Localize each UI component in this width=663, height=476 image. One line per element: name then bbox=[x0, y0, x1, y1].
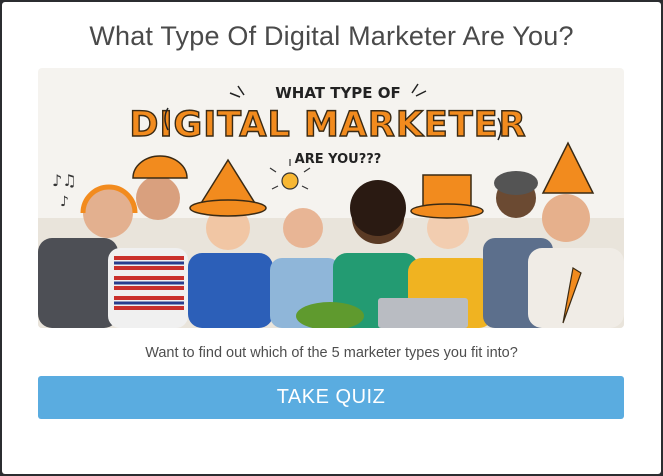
svg-text:♪: ♪ bbox=[60, 194, 69, 210]
quiz-banner-image: WHAT TYPE OF DIGITAL MARKETER ARE YOU???… bbox=[38, 68, 624, 328]
banner-line-1: WHAT TYPE OF bbox=[275, 84, 401, 102]
quiz-modal: What Type Of Digital Marketer Are You? W… bbox=[2, 2, 661, 474]
banner-line-3: ARE YOU??? bbox=[295, 152, 382, 167]
take-quiz-button[interactable]: TAKE QUIZ bbox=[38, 376, 624, 419]
svg-text:♪♫: ♪♫ bbox=[52, 171, 77, 190]
banner-line-2: DIGITAL MARKETER bbox=[129, 105, 526, 145]
modal-subtitle: Want to find out which of the 5 marketer… bbox=[145, 345, 518, 361]
modal-title: What Type Of Digital Marketer Are You? bbox=[89, 21, 574, 51]
